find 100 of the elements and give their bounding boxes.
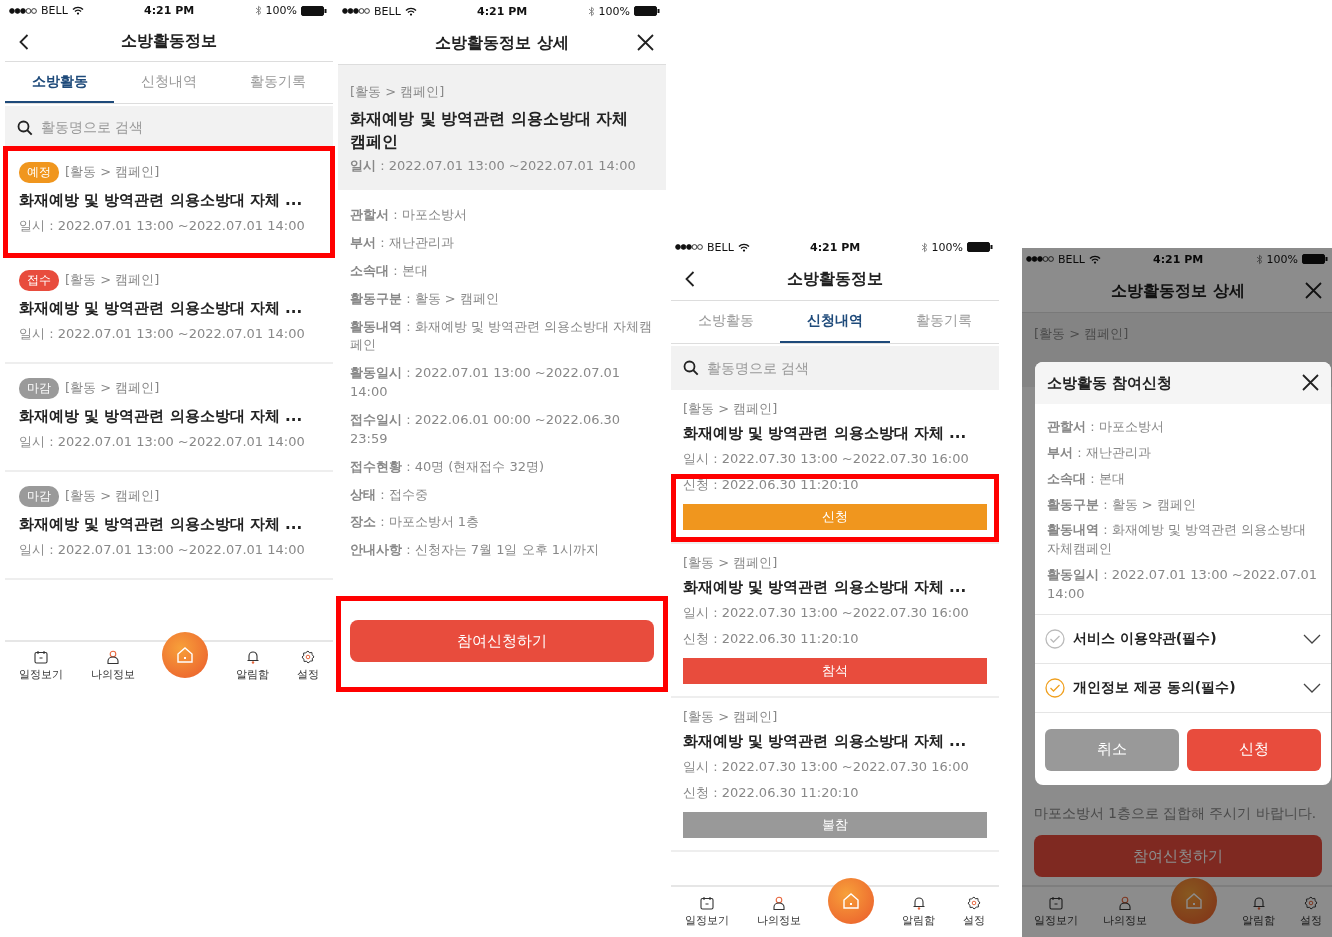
nav-item[interactable]: 알림함 <box>1242 896 1276 928</box>
back-icon[interactable] <box>19 34 29 51</box>
screen-title: 소방활동정보 <box>787 268 883 290</box>
nav-item[interactable]: 일정보기 <box>684 896 729 928</box>
status-time: 4:21 PM <box>477 4 528 18</box>
activity-title: 화재예방 및 방역관련 의용소방대 자체 ... <box>683 424 968 443</box>
calendar-icon <box>33 650 48 664</box>
check-circle-icon[interactable] <box>1045 677 1065 698</box>
agreement-label[interactable]: 서비스 이용약관(필수) <box>1073 629 1295 648</box>
battery-percent: 100% <box>931 240 963 254</box>
category-label: [활동 > 캠페인] <box>65 487 160 506</box>
nav-item[interactable]: 알림함 <box>236 650 270 682</box>
nav-item[interactable]: 알림함 <box>902 896 936 928</box>
category-label: [활동 > 캠페인] <box>683 554 779 572</box>
search-field[interactable]: 활동명으로 검색 <box>5 105 333 148</box>
application-date: 신청 : 2022.06.30 11:20:10 <box>683 630 860 648</box>
activity-title: 화재예방 및 방역관련 의용소방대 자체 ... <box>19 407 304 426</box>
home-icon <box>1184 891 1205 911</box>
calendar-icon <box>1049 896 1064 910</box>
activity-date: 일시 : 2022.07.30 13:00 ~2022.07.30 16:00 <box>683 450 970 468</box>
battery-icon <box>1302 254 1328 264</box>
search-field[interactable]: 활동명으로 검색 <box>671 346 999 390</box>
status-badge: 접수 <box>19 270 59 291</box>
activity-date: 일시 : 2022.07.01 13:00 ~2022.07.01 14:00 <box>19 433 306 451</box>
nav-item[interactable]: 설정 <box>297 650 320 682</box>
bluetooth-icon <box>587 5 595 17</box>
detail-field: 소속대 : 본대 <box>1047 469 1319 489</box>
bluetooth-icon <box>1255 253 1263 265</box>
application-item[interactable]: [활동 > 캠페인] 화재예방 및 방역관련 의용소방대 자체 ... 일시 : 2022.07.30 13:00 ~2022.07.30 16:00 신청 : 2022.06.30 11:20:10 불참 <box>671 698 999 852</box>
person-icon <box>771 896 786 910</box>
application-date: 신청 : 2022.06.30 11:20:10 <box>683 784 860 802</box>
activity-date: 일시 : 2022.07.01 13:00 ~2022.07.01 14:00 <box>19 217 306 235</box>
chevron-down-icon[interactable] <box>1303 633 1321 644</box>
activity-title: 화재예방 및 방역관련 의용소방대 자체 캠페인 <box>350 108 630 154</box>
activity-item[interactable]: 예정 [활동 > 캠페인] 화재예방 및 방역관련 의용소방대 자체 ... 일시 : 2022.07.01 13:00 ~2022.07.01 14:00 <box>5 148 333 256</box>
application-date: 신청 : 2022.06.30 11:20:10 <box>683 476 860 494</box>
bluetooth-icon <box>920 241 928 253</box>
bell-icon <box>911 896 926 910</box>
settings-icon <box>1303 896 1318 910</box>
activity-date: 일시 : 2022.07.01 13:00 ~2022.07.01 14:00 <box>19 325 306 343</box>
battery-percent: 100% <box>598 4 630 18</box>
bell-icon <box>245 650 260 664</box>
status-badge: 예정 <box>19 162 59 183</box>
activity-item[interactable]: 접수 [활동 > 캠페인] 화재예방 및 방역관련 의용소방대 자체 ... 일시 : 2022.07.01 13:00 ~2022.07.01 14:00 <box>5 256 333 364</box>
nav-item[interactable]: 나의정보 <box>90 650 135 682</box>
carrier-name: BELL <box>707 240 734 254</box>
person-icon <box>105 650 120 664</box>
category-label: [활동 > 캠페인] <box>1034 325 1130 343</box>
application-item[interactable]: [활동 > 캠페인] 화재예방 및 방역관련 의용소방대 자체 ... 일시 : 2022.07.30 13:00 ~2022.07.30 16:00 신청 : 2022.06.30 11:20:10 참석 <box>671 544 999 698</box>
detail-field: 상태 : 접수중 <box>350 485 654 505</box>
wifi-icon <box>404 6 417 16</box>
submit-button[interactable]: 신청 <box>1187 728 1321 771</box>
activity-item[interactable]: 마감 [활동 > 캠페인] 화재예방 및 방역관련 의용소방대 자체 ... 일시 : 2022.07.01 13:00 ~2022.07.01 14:00 <box>5 472 333 580</box>
nav-item[interactable]: 나의정보 <box>1102 896 1147 928</box>
settings-icon <box>967 896 982 910</box>
status-badge: 마감 <box>19 486 59 507</box>
carrier-name: BELL <box>1058 252 1085 266</box>
check-circle-icon[interactable] <box>1045 628 1065 649</box>
bell-icon <box>1251 896 1266 910</box>
nav-item[interactable]: 설정 <box>963 896 986 928</box>
activity-date: 일시 : 2022.07.01 13:00 ~2022.07.01 14:00 <box>19 541 306 559</box>
nav-item[interactable]: 일정보기 <box>1034 896 1079 928</box>
category-label: [활동 > 캠페인] <box>683 400 779 418</box>
detail-field: 안내사항 : 신청자는 7월 1일 오후 1시까지 <box>350 541 654 561</box>
detail-field: 활동내역 : 화재예방 및 방역관련 의용소방대 자체캠페인 <box>1047 521 1319 560</box>
carrier-name: BELL <box>41 4 68 18</box>
category-label: [활동 > 캠페인] <box>683 708 779 726</box>
detail-field: 활동내역 : 화재예방 및 방역관련 의용소방대 자체캠페인 <box>350 317 654 356</box>
activity-title: 화재예방 및 방역관련 의용소방대 자체 ... <box>19 515 304 534</box>
activity-item[interactable]: 마감 [활동 > 캠페인] 화재예방 및 방역관련 의용소방대 자체 ... 일시 : 2022.07.01 13:00 ~2022.07.01 14:00 <box>5 364 333 472</box>
home-button[interactable] <box>162 632 209 678</box>
detail-field: 활동일시 : 2022.07.01 13:00 ~2022.07.01 14:00 <box>350 364 654 402</box>
screen-title: 소방활동정보 <box>121 30 217 52</box>
battery-icon <box>301 5 327 16</box>
activity-title: 화재예방 및 방역관련 의용소방대 자체 ... <box>683 578 968 597</box>
signal-icon <box>1026 256 1054 262</box>
application-item[interactable]: [활동 > 캠페인] 화재예방 및 방역관련 의용소방대 자체 ... 일시 : 2022.07.30 13:00 ~2022.07.30 16:00 신청 : 2022.06.30 11:20:10 신청 <box>671 390 999 544</box>
close-icon[interactable] <box>1302 374 1319 391</box>
wifi-icon <box>71 6 84 16</box>
screen-title: 소방활동정보 상세 <box>1111 280 1245 302</box>
activity-date: 일시 : 2022.07.30 13:00 ~2022.07.30 16:00 <box>683 604 970 622</box>
close-icon[interactable] <box>637 34 654 51</box>
status-time: 4:21 PM <box>810 240 861 254</box>
activity-date: 일시 : 2022.07.30 13:00 ~2022.07.30 16:00 <box>683 758 970 776</box>
notice-text: 마포소방서 1층으로 집합해 주시기 바랍니다. <box>1033 805 1318 823</box>
category-label: [활동 > 캠페인] <box>65 163 160 182</box>
nav-item[interactable]: 설정 <box>1299 896 1322 928</box>
detail-field: 활동구분 : 활동 > 캠페인 <box>1047 495 1319 515</box>
chevron-down-icon[interactable] <box>1303 682 1321 693</box>
agreement-label[interactable]: 개인정보 제공 동의(필수) <box>1073 678 1295 697</box>
apply-button[interactable]: 참여신청하기 <box>350 620 654 662</box>
nav-item[interactable]: 나의정보 <box>756 896 801 928</box>
home-icon <box>841 891 862 911</box>
nav-item[interactable]: 일정보기 <box>18 650 63 682</box>
detail-field: 활동구분 : 활동 > 캠페인 <box>350 289 654 309</box>
back-icon[interactable] <box>685 271 695 287</box>
status-button[interactable]: 참석 <box>683 658 987 684</box>
detail-field: 부서 : 재난관리과 <box>1047 443 1319 463</box>
category-label: [활동 > 캠페인] <box>65 271 160 290</box>
home-button[interactable] <box>828 878 875 924</box>
